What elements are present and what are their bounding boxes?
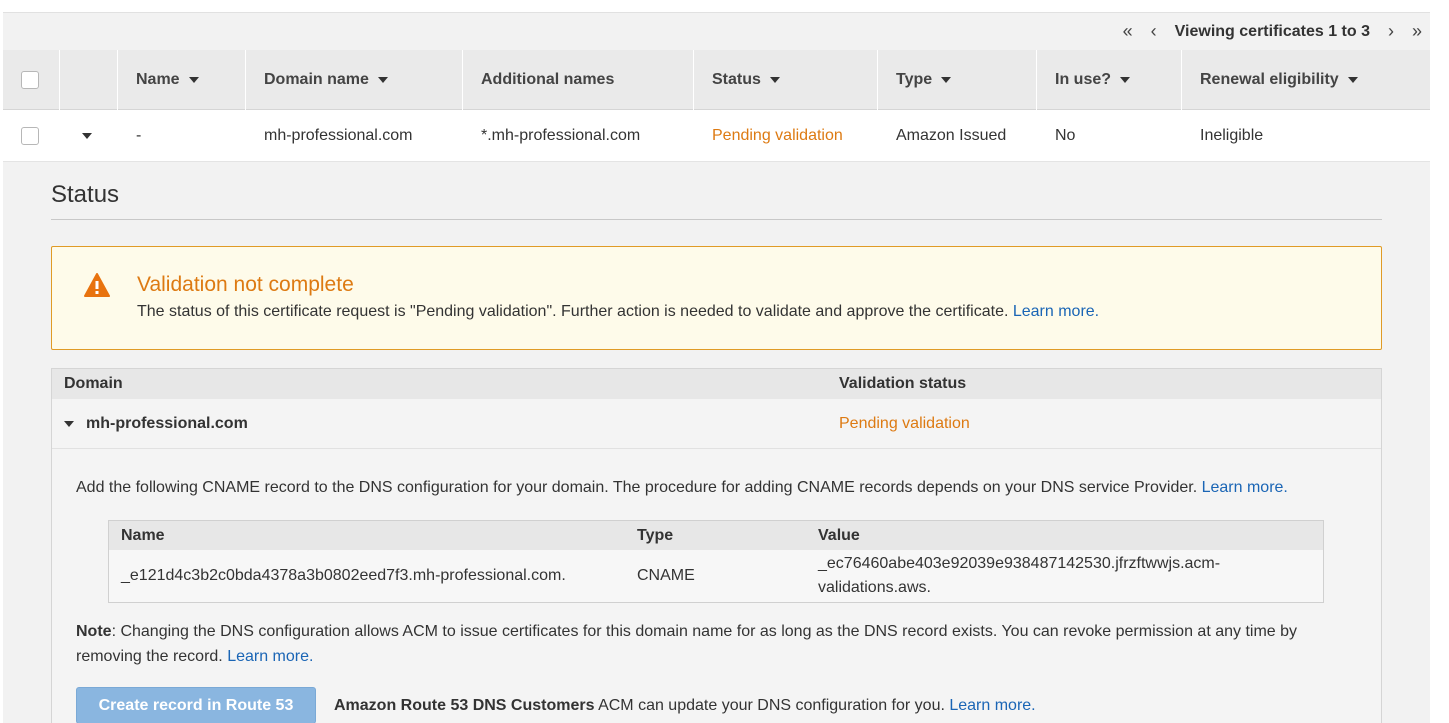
warning-message: The status of this certificate request i… [137, 303, 1009, 320]
warning-icon [84, 273, 110, 297]
cname-table: Name Type Value _e121d4c3b2c0bda4378a3b0… [108, 520, 1324, 603]
column-in-use[interactable]: In use? [1037, 50, 1182, 110]
validation-table: Domain Validation status mh-professional… [51, 368, 1382, 723]
validation-warning: Validation not complete The status of th… [51, 246, 1382, 350]
row-additional-names: *.mh-professional.com [481, 127, 641, 144]
sort-caret-icon [941, 77, 952, 83]
certificates-panel: « ‹ Viewing certificates 1 to 3 › » Name… [3, 12, 1430, 723]
cname-table-header: Name Type Value [109, 521, 1323, 550]
column-name[interactable]: Name [118, 50, 246, 110]
note-learn-more-link[interactable]: Learn more. [227, 648, 313, 665]
note-label: Note [76, 623, 112, 640]
column-additional-names: Additional names [463, 50, 694, 110]
expand-header [60, 50, 118, 110]
cname-row: _e121d4c3b2c0bda4378a3b0802eed7f3.mh-pro… [109, 550, 1323, 602]
certificate-detail: Status Validation not complete The statu… [51, 163, 1382, 723]
validation-row[interactable]: mh-professional.com Pending validation [52, 399, 1381, 449]
sort-caret-icon [769, 77, 780, 83]
row-expand-cell[interactable] [60, 110, 118, 162]
expand-caret-icon[interactable] [82, 133, 92, 139]
column-type-label: Type [896, 71, 933, 88]
column-in-use-label: In use? [1055, 71, 1112, 88]
status-heading: Status [51, 181, 1382, 220]
route53-bold-text: Amazon Route 53 DNS Customers [334, 696, 595, 714]
cname-head-type: Type [637, 526, 674, 544]
row-checkbox[interactable] [21, 127, 39, 145]
select-all-cell [3, 50, 60, 110]
route53-text: ACM can update your DNS configuration fo… [594, 696, 945, 714]
column-status-label: Status [712, 71, 761, 88]
pagination: « ‹ Viewing certificates 1 to 3 › » [1115, 13, 1430, 50]
column-name-label: Name [136, 71, 180, 88]
first-page-icon[interactable]: « [1115, 21, 1141, 42]
sort-caret-icon [1120, 77, 1131, 83]
row-domain: mh-professional.com [264, 127, 413, 144]
column-type[interactable]: Type [878, 50, 1037, 110]
row-select-cell [3, 110, 60, 162]
cname-type: CNAME [637, 567, 695, 584]
validation-table-header: Domain Validation status [52, 369, 1381, 399]
pagination-text: Viewing certificates 1 to 3 [1174, 22, 1370, 40]
cname-value[interactable]: _ec76460abe403e92039e938487142530.jfrzft… [806, 552, 1323, 600]
sort-caret-icon [188, 77, 199, 83]
table-row[interactable]: - mh-professional.com *.mh-professional.… [3, 110, 1430, 162]
column-renewal-label: Renewal eligibility [1200, 71, 1339, 88]
select-all-checkbox[interactable] [21, 71, 39, 89]
cname-head-value: Value [818, 526, 860, 544]
sort-caret-icon [377, 77, 388, 83]
sort-caret-icon [1347, 77, 1358, 83]
row-in-use: No [1055, 127, 1076, 144]
validation-domain-cell[interactable]: mh-professional.com [52, 415, 839, 433]
warning-learn-more-link[interactable]: Learn more. [1013, 303, 1099, 320]
route53-description: Amazon Route 53 DNS Customers ACM can up… [334, 697, 1036, 715]
cname-instructions: Add the following CNAME record to the DN… [76, 475, 1357, 500]
instructions-learn-more-link[interactable]: Learn more. [1202, 479, 1288, 496]
last-page-icon[interactable]: » [1404, 21, 1430, 42]
validation-head-status: Validation status [839, 375, 967, 392]
cname-instructions-text: Add the following CNAME record to the DN… [76, 479, 1198, 496]
row-type: Amazon Issued [896, 127, 1007, 144]
row-status: Pending validation [712, 127, 843, 144]
validation-instructions: Add the following CNAME record to the DN… [52, 449, 1381, 723]
collapse-caret-icon[interactable] [64, 420, 74, 427]
validation-status: Pending validation [839, 414, 970, 432]
next-page-icon[interactable]: › [1378, 21, 1404, 42]
table-header: Name Domain name Additional names Status… [3, 50, 1430, 110]
cname-name[interactable]: _e121d4c3b2c0bda4378a3b0802eed7f3.mh-pro… [109, 567, 625, 585]
validation-domain: mh-professional.com [86, 414, 248, 432]
row-name: - [136, 127, 142, 144]
row-renewal: Ineligible [1200, 127, 1264, 144]
warning-title: Validation not complete [137, 273, 354, 296]
column-renewal[interactable]: Renewal eligibility [1182, 50, 1430, 110]
column-status[interactable]: Status [694, 50, 878, 110]
route53-section: Create record in Route 53 Amazon Route 5… [76, 687, 1357, 723]
column-additional-label: Additional names [481, 71, 615, 88]
column-domain[interactable]: Domain name [246, 50, 463, 110]
prev-page-icon[interactable]: ‹ [1141, 21, 1167, 42]
cname-head-name: Name [121, 526, 165, 544]
warning-text: The status of this certificate request i… [137, 303, 1099, 321]
create-record-route53-button[interactable]: Create record in Route 53 [76, 687, 316, 723]
column-domain-label: Domain name [264, 71, 369, 88]
route53-learn-more-link[interactable]: Learn more. [949, 697, 1035, 714]
validation-head-domain: Domain [64, 375, 123, 392]
dns-note: Note: Changing the DNS configuration all… [76, 619, 1357, 669]
